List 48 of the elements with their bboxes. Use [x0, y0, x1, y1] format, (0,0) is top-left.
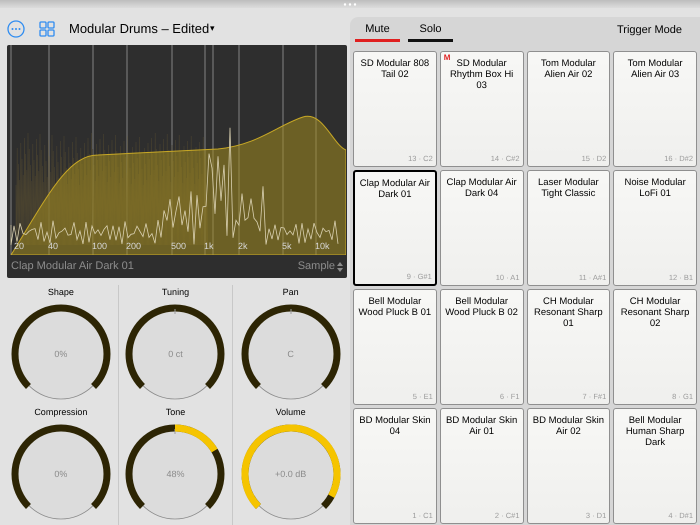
more-icon[interactable] — [7, 20, 25, 38]
frequency-label: 1k — [204, 242, 214, 251]
pad-name: SD Modular 808 Tail 02 — [360, 58, 430, 80]
knob-label: Volume — [276, 406, 306, 419]
knob-label: Pan — [282, 286, 299, 299]
pad-name: Tom Modular Alien Air 02 — [540, 58, 597, 80]
source-selector[interactable]: Sample — [298, 258, 335, 275]
up-down-arrows-icon[interactable] — [337, 262, 343, 272]
knob-value: 48% — [166, 468, 184, 480]
pad-name: SD Modular Rhythm Box Hi 03 — [450, 58, 514, 91]
toggle-tab[interactable]: Mute — [355, 20, 400, 42]
knob-value: 0% — [54, 348, 68, 360]
pad-name: CH Modular Resonant Sharp 02 — [620, 296, 690, 329]
pad-name: CH Modular Resonant Sharp 01 — [533, 296, 604, 329]
frequency-label: 100 — [92, 242, 108, 251]
knob-value: 0 ct — [168, 348, 183, 360]
knob-value: +0.0 dB — [275, 468, 306, 480]
knob-label: Compression — [34, 406, 88, 419]
pad-name: Bell Modular Wood Pluck B 02 — [444, 296, 519, 318]
pad-name: BD Modular Skin 04 — [358, 415, 432, 437]
knob-value: 0% — [54, 468, 68, 480]
frequency-label: 200 — [126, 242, 142, 251]
frequency-label: 5k — [282, 242, 292, 251]
frequency-label: 2k — [238, 242, 248, 251]
frequency-label: 10k — [315, 242, 330, 251]
pad-name: BD Modular Skin Air 02 — [532, 415, 606, 437]
frequency-label: 20 — [14, 242, 24, 251]
pad-name: Noise Modular LoFi 01 — [624, 177, 687, 199]
preset-menu[interactable]: Modular Drums – Edited▾ — [69, 18, 216, 38]
drag-handle-icon[interactable] — [343, 2, 357, 6]
grid-icon[interactable] — [39, 20, 55, 36]
sample-name: Clap Modular Air Dark 01 — [11, 259, 134, 274]
pad-name: Laser Modular Tight Classic — [537, 177, 600, 199]
frequency-label: 40 — [48, 242, 58, 251]
pad-name: Bell Modular Human Sharp Dark — [624, 415, 686, 448]
pad-name: BD Modular Skin Air 01 — [444, 415, 518, 437]
pad-name: Bell Modular Wood Pluck B 01 — [358, 296, 432, 318]
knob-label: Shape — [48, 286, 74, 299]
knob-label: Tuning — [162, 286, 190, 299]
knob-value: C — [287, 348, 294, 360]
knob-label: Tone — [166, 406, 186, 419]
pad-name: Tom Modular Alien Air 03 — [626, 58, 684, 80]
pad-name: Clap Modular Air Dark 01 — [358, 178, 431, 200]
toggle-tab[interactable]: Solo — [408, 20, 453, 42]
frequency-label: 500 — [171, 242, 186, 251]
pad-name: Clap Modular Air Dark 04 — [446, 177, 518, 199]
mute-indicator: M — [444, 52, 450, 64]
trigger-mode-button[interactable]: Trigger Mode — [616, 22, 682, 39]
